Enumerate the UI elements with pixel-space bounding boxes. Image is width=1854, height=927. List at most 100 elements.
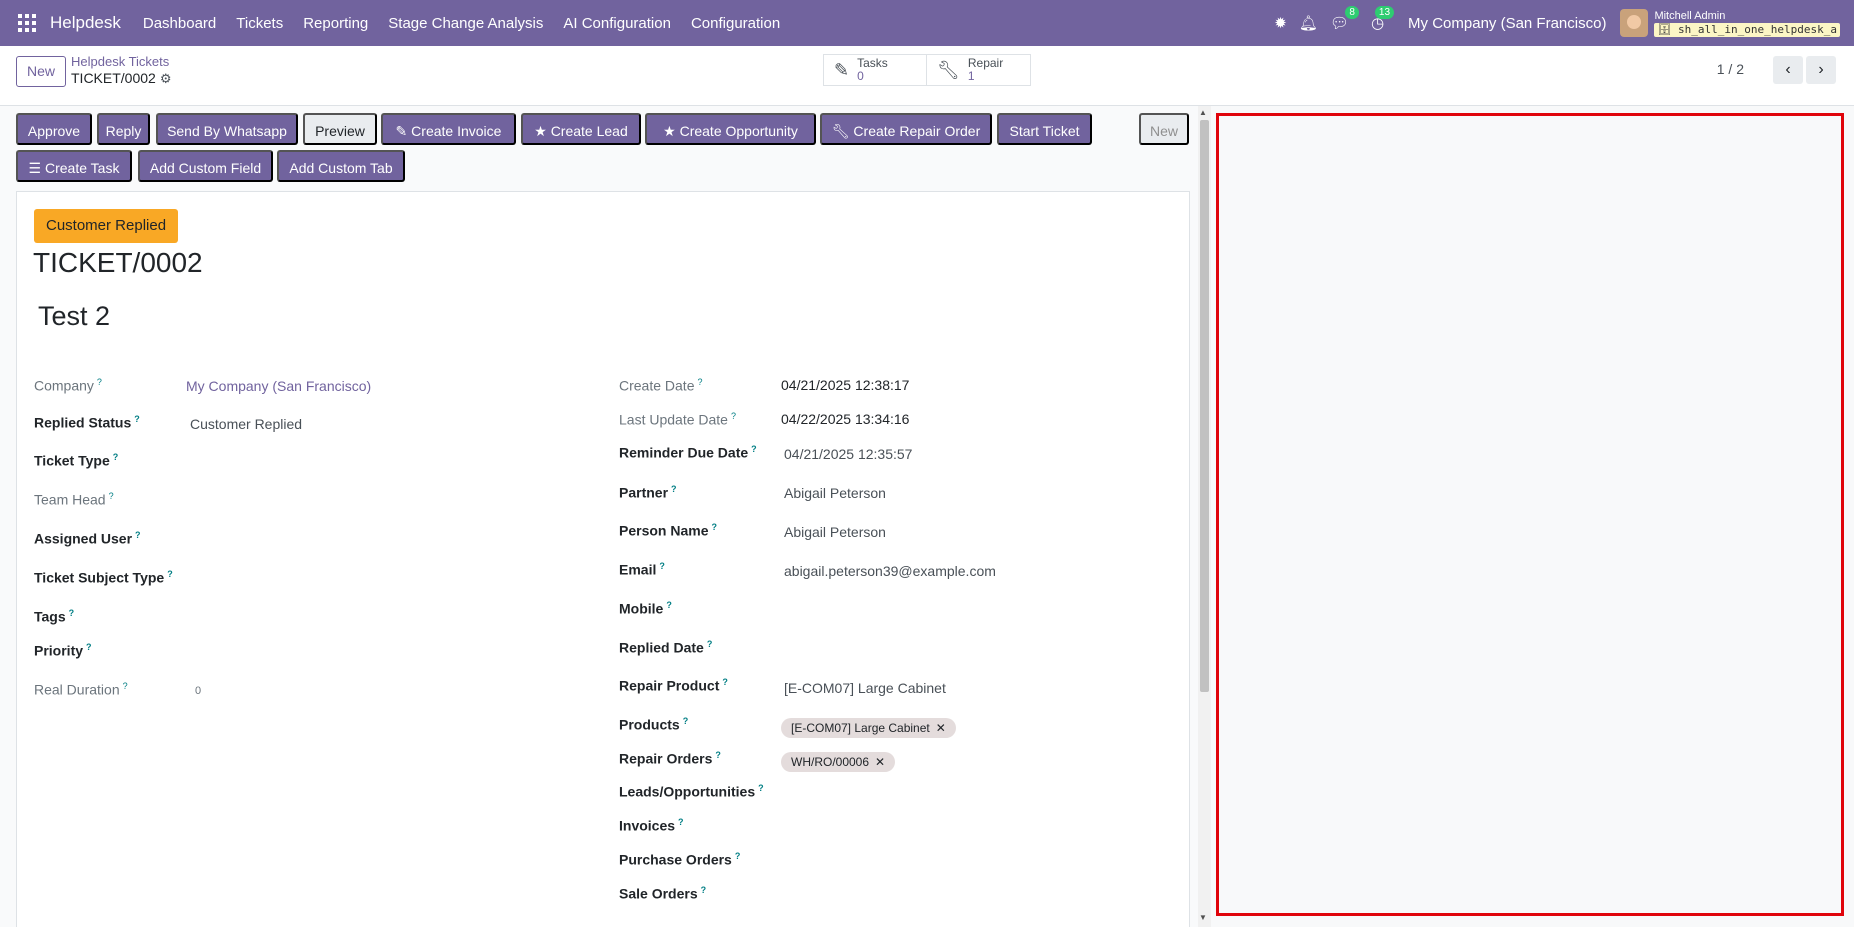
help-icon[interactable]: ? (683, 716, 689, 726)
create-task-label: Create Task (45, 160, 120, 176)
apps-grid-icon[interactable] (18, 14, 36, 32)
help-icon[interactable]: ? (135, 530, 141, 540)
smart-buttons: ✎ Tasks 0 🔧︎ Repair 1 (823, 54, 1031, 86)
product-tag[interactable]: [E-COM07] Large Cabinet ✕ (781, 718, 956, 738)
tasks-count: 0 (857, 69, 864, 83)
help-icon[interactable]: ? (678, 817, 684, 827)
menu-stage-change-analysis[interactable]: Stage Change Analysis (388, 15, 543, 32)
edit-icon: ✎ (395, 123, 408, 139)
create-repair-order-label: Create Repair Order (853, 123, 981, 139)
help-icon[interactable]: ? (113, 452, 119, 462)
last-update-date-label: Last Update Date? (619, 411, 736, 428)
company-value[interactable]: My Company (San Francisco) (186, 378, 371, 394)
help-icon[interactable]: ? (711, 522, 717, 532)
replied-status-label: Replied Status? (34, 414, 140, 431)
invoices-label: Invoices? (619, 817, 684, 834)
email-label: Email? (619, 561, 665, 578)
help-icon[interactable]: ? (671, 484, 677, 494)
create-invoice-button[interactable]: ✎ Create Invoice (381, 113, 516, 145)
ticket-title[interactable]: Test 2 (38, 301, 110, 332)
menu-reporting[interactable]: Reporting (303, 15, 368, 32)
app-brand[interactable]: Helpdesk (50, 13, 121, 33)
reminder-due-date-value[interactable]: 04/21/2025 12:35:57 (784, 446, 912, 462)
star-icon: ★ (534, 123, 547, 139)
approve-button[interactable]: Approve (16, 113, 92, 145)
close-icon[interactable]: ✕ (936, 721, 946, 735)
help-icon[interactable]: ? (69, 608, 75, 618)
preview-button[interactable]: Preview (303, 113, 377, 145)
company-switcher[interactable]: My Company (San Francisco) (1408, 15, 1606, 32)
scroll-up-arrow-icon[interactable]: ▲ (1199, 108, 1207, 117)
create-repair-order-button[interactable]: 🔧︎ Create Repair Order (820, 113, 992, 145)
new-record-button[interactable]: New (16, 56, 67, 87)
add-custom-field-button[interactable]: Add Custom Field (138, 150, 273, 182)
email-value[interactable]: abigail.peterson39@example.com (784, 563, 996, 579)
record-name: TICKET/0002 ⚙ (71, 70, 171, 87)
help-icon[interactable]: ? (134, 414, 140, 424)
repair-order-tag[interactable]: WH/RO/00006 ✕ (781, 752, 896, 772)
activity-clock-icon[interactable]: ◷ 13 (1371, 6, 1395, 32)
reply-button[interactable]: Reply (97, 113, 150, 145)
help-icon[interactable]: ? (715, 750, 721, 760)
help-icon[interactable]: ? (86, 642, 92, 652)
create-task-button[interactable]: ☰ Create Task (16, 150, 132, 182)
help-icon[interactable]: ? (666, 600, 672, 610)
repair-count: 1 (967, 69, 975, 83)
chat-icon[interactable]: 💬︎ 8 (1330, 6, 1359, 32)
real-duration-label: Real Duration? (34, 681, 128, 698)
pager-next-button[interactable]: › (1806, 56, 1836, 84)
add-custom-tab-button[interactable]: Add Custom Tab (277, 150, 405, 182)
wrench-icon: 🔧︎ (937, 59, 960, 80)
scroll-down-arrow-icon[interactable]: ▼ (1199, 913, 1207, 922)
user-name: Mitchell Admin (1654, 9, 1726, 22)
help-icon[interactable]: ? (659, 561, 665, 571)
user-avatar[interactable] (1620, 9, 1649, 37)
help-icon[interactable]: ? (735, 851, 741, 861)
star-icon: ★ (663, 123, 676, 139)
record-name-text: TICKET/0002 (71, 70, 156, 86)
menu-configuration[interactable]: Configuration (691, 15, 780, 32)
help-icon[interactable]: ? (123, 681, 128, 691)
breadcrumb-helpdesk-tickets[interactable]: Helpdesk Tickets (71, 54, 169, 69)
help-icon[interactable]: ? (731, 411, 736, 421)
close-icon[interactable]: ✕ (875, 755, 885, 769)
bell-icon[interactable]: 🔔︎ (1299, 14, 1318, 32)
list-icon: ☰ (28, 160, 42, 176)
help-icon[interactable]: ? (697, 377, 702, 387)
help-icon[interactable]: ? (707, 639, 713, 649)
person-name-value[interactable]: Abigail Peterson (784, 524, 886, 540)
help-icon[interactable]: ? (109, 491, 114, 501)
create-lead-button[interactable]: ★ Create Lead (521, 113, 641, 145)
sale-orders-label: Sale Orders? (619, 885, 707, 902)
replied-status-value[interactable]: Customer Replied (190, 416, 302, 432)
ticket-type-label: Ticket Type? (34, 452, 119, 469)
help-icon[interactable]: ? (97, 377, 102, 387)
help-icon[interactable]: ? (758, 783, 764, 793)
help-icon[interactable]: ? (167, 569, 173, 579)
pager-value[interactable]: 1 / 2 (1717, 61, 1744, 77)
partner-value[interactable]: Abigail Peterson (784, 485, 886, 501)
gear-icon[interactable]: ⚙ (160, 71, 172, 86)
edit-icon: ✎ (834, 59, 850, 80)
form-sheet: Customer Replied TICKET/0002 Test 2 Comp… (16, 191, 1190, 927)
menu-ai-configuration[interactable]: AI Configuration (563, 15, 671, 32)
menu-dashboard[interactable]: Dashboard (143, 15, 216, 32)
bug-icon[interactable]: ✹ (1274, 14, 1287, 32)
create-date-value: 04/21/2025 12:38:17 (781, 377, 910, 393)
form-scrollbar-thumb[interactable] (1200, 120, 1209, 692)
repair-product-value[interactable]: [E-COM07] Large Cabinet (784, 680, 946, 696)
create-opportunity-label: Create Opportunity (679, 123, 798, 139)
help-icon[interactable]: ? (751, 444, 757, 454)
stage-new[interactable]: New (1139, 113, 1189, 145)
help-icon[interactable]: ? (722, 677, 728, 687)
repair-smart-button[interactable]: 🔧︎ Repair 1 (927, 54, 1031, 86)
mobile-label: Mobile? (619, 600, 672, 617)
help-icon[interactable]: ? (701, 885, 707, 895)
tasks-smart-button[interactable]: ✎ Tasks 0 (823, 54, 927, 86)
create-opportunity-button[interactable]: ★ Create Opportunity (645, 113, 816, 145)
pager-previous-button[interactable]: ‹ (1773, 56, 1803, 84)
menu-tickets[interactable]: Tickets (236, 15, 283, 32)
send-by-whatsapp-button[interactable]: Send By Whatsapp (156, 113, 298, 145)
start-ticket-button[interactable]: Start Ticket (997, 113, 1092, 145)
user-menu[interactable]: Mitchell Admin 🗄︎ sh_all_in_one_helpdesk… (1654, 10, 1840, 37)
